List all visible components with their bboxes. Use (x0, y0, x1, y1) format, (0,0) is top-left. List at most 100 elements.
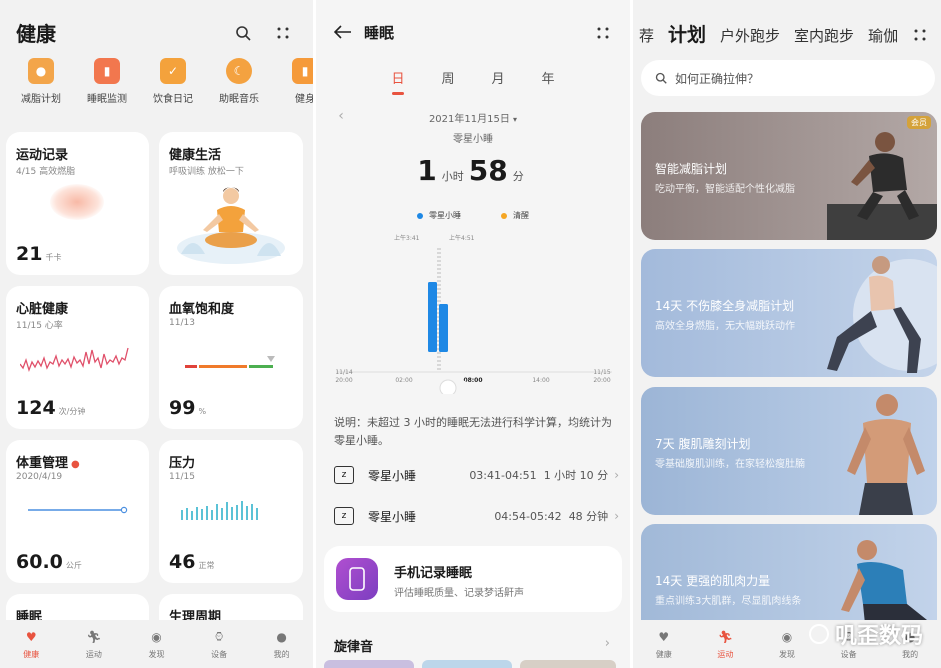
value-number: 124 (16, 397, 56, 419)
tab-month[interactable]: 月 (488, 68, 508, 87)
record-time: 03:41-04:51 1 小时 10 分 (469, 467, 608, 483)
exercise-plan-screen: 荐 计划 户外跑步 室内跑步 瑜伽 如何正确拉伸？ 会员 智能减脂计划 吃动平衡… (633, 0, 941, 668)
tab-health[interactable]: ♥ 健康 (6, 628, 56, 660)
tab-outdoor-run[interactable]: 户外跑步 (720, 25, 780, 46)
more-icon[interactable] (909, 24, 931, 46)
heart-card[interactable]: 心脏健康 11/15 心率 124 次/分钟 (6, 286, 149, 429)
athlete-illustration (827, 256, 937, 373)
card-title: 体重管理 ● (16, 452, 80, 471)
chevron-right-icon: › (614, 509, 619, 523)
plan-title: 智能减脂计划 (655, 162, 728, 176)
heart-icon: ♥ (25, 630, 37, 644)
tab-yoga[interactable]: 瑜伽 (868, 25, 898, 46)
shortcut-fat-loss[interactable]: ● 减脂计划 (8, 58, 74, 116)
shortcut-label: 睡眠监测 (87, 94, 127, 105)
value-number: 46 (169, 551, 196, 573)
card-subtitle: 11/13 (169, 318, 195, 328)
value-unit: 千卡 (45, 253, 62, 262)
minutes-value: 58 (468, 154, 508, 187)
shortcut-sleep-music[interactable]: ☾ 助眠音乐 (206, 58, 272, 116)
card-value: 124 次/分钟 (16, 397, 85, 419)
sleep-music-icon: ☾ (226, 58, 252, 84)
tab-discover[interactable]: ◉ 发现 (131, 628, 181, 660)
search-input[interactable]: 如何正确拉伸？ (641, 60, 935, 96)
tab-device[interactable]: ⌚︎ 设备 (194, 628, 244, 660)
sleep-type-label: 零星小睡 (453, 134, 493, 145)
stress-card[interactable]: 压力 11/15 46 正常 (159, 440, 303, 583)
tab-exercise[interactable]: 🏃︎ 运动 (69, 628, 119, 660)
record-name: 零星小睡 (368, 468, 417, 483)
shortcut-label: 健身 (295, 94, 313, 105)
chevron-right-icon: › (614, 468, 619, 482)
phone-sleep-card[interactable]: 手机记录睡眠 评估睡眠质量、记录梦话鼾声 (324, 546, 622, 612)
runner-icon: 🏃︎ (86, 630, 102, 644)
shortcut-diet-diary[interactable]: ✓ 饮食日记 (140, 58, 206, 116)
spo2-card[interactable]: 血氧饱和度 11/13 99% (159, 286, 303, 429)
shortcut-sleep-monitor[interactable]: ▮ 睡眠监测 (74, 58, 140, 116)
hours-unit: 小时 (441, 170, 464, 183)
marker-label-left: 上午3:41 (394, 234, 420, 242)
x-axis-ticks: 11/1420:00 02:00 08:00 14:0011/1520:00 (335, 369, 610, 384)
sleep-record-row[interactable]: z 零星小睡 04:54-05:42 48 分钟 › (334, 503, 619, 529)
heart-icon: ♥ (658, 630, 670, 644)
plan-subtitle: 重点训练3大肌群，尽显肌肉线条 (655, 596, 802, 607)
weight-card[interactable]: 体重管理 ● 2020/4/19 60.0 公斤 (6, 440, 149, 583)
tab-week[interactable]: 周 (438, 68, 458, 87)
tab-label: 设备 (840, 650, 857, 659)
watermark: 叽歪数码 (808, 618, 923, 650)
page-title: 健康 (16, 22, 56, 46)
value-unit: 公斤 (65, 561, 82, 570)
exercise-card[interactable]: 运动记录 4/15 高效燃脂 21 千卡 (6, 132, 149, 275)
value-number: 99 (169, 397, 196, 419)
tab-plan[interactable]: 计划 (668, 20, 706, 47)
marker-label-right: 上午4:51 (449, 234, 475, 242)
card-subtitle: 11/15 心率 (16, 321, 63, 331)
record-range: 03:41-04:51 (469, 469, 537, 482)
plan-card-knee-friendly[interactable]: 14天 不伤膝全身减脂计划 高效全身燃脂，无大幅跳跃动作 (641, 249, 937, 377)
sleep-bar-2 (439, 304, 448, 352)
plan-title: 7天 腹肌雕刻计划 (655, 437, 751, 451)
melody-thumb[interactable] (422, 660, 512, 668)
x-tick-time: 02:00 (395, 377, 412, 384)
plan-card-fat-loss[interactable]: 会员 智能减脂计划 吃动平衡，智能适配个性化减脂 (641, 112, 937, 240)
healthy-life-card[interactable]: 健康生活 呼吸训练 放松一下 (159, 132, 303, 275)
tab-label: 我的 (273, 650, 290, 659)
more-icon[interactable] (592, 22, 614, 44)
more-icon[interactable] (272, 22, 294, 44)
tab-recommend[interactable]: 荐 (639, 25, 654, 46)
category-tabs: 荐 计划 户外跑步 室内跑步 瑜伽 (639, 20, 909, 47)
chevron-right-icon[interactable]: › (605, 636, 610, 651)
shortcut-fitness[interactable]: ▮ 健身 (272, 58, 313, 116)
date-selector[interactable]: 2021年11月15日 ▾ (316, 110, 630, 125)
shortcut-row: ● 减脂计划 ▮ 睡眠监测 ✓ 饮食日记 ☾ 助眠音乐 ▮ 健身 (8, 58, 313, 116)
tab-year[interactable]: 年 (538, 68, 558, 87)
legend-label: 零星小睡 (429, 211, 461, 220)
hours-value: 1 (417, 154, 437, 187)
sleep-header: 睡眠 (316, 0, 630, 60)
value-unit: 次/分钟 (58, 407, 86, 416)
meditation-illustration (177, 187, 285, 264)
search-icon[interactable] (232, 22, 254, 44)
back-arrow-icon[interactable] (332, 22, 354, 42)
sleep-record-row[interactable]: z 零星小睡 03:41-04:51 1 小时 10 分 › (334, 462, 619, 488)
plan-card-abs[interactable]: 7天 腹肌雕刻计划 零基础腹肌训练，在家轻松瘦肚腩 (641, 387, 937, 515)
tab-exercise[interactable]: 🏃︎ 运动 (700, 628, 750, 660)
plan-title: 14天 不伤膝全身减脂计划 (655, 299, 795, 313)
record-length: 1 小时 10 分 (543, 469, 609, 482)
tab-indoor-run[interactable]: 室内跑步 (794, 25, 854, 46)
card-title: 健康生活 (169, 148, 222, 163)
phone-card-subtitle: 评估睡眠质量、记录梦话鼾声 (394, 588, 524, 599)
card-title-text: 体重管理 (16, 456, 69, 471)
tab-health[interactable]: ♥ 健康 (639, 628, 689, 660)
search-placeholder: 如何正确拉伸？ (675, 71, 760, 86)
tab-me[interactable]: ● 我的 (257, 628, 307, 660)
card-title: 心脏健康 (16, 302, 69, 317)
value-unit: 正常 (198, 561, 215, 570)
tab-discover[interactable]: ◉ 发现 (762, 628, 812, 660)
x-tick-date: 11/15 (593, 369, 610, 376)
tab-day[interactable]: 日 (388, 68, 408, 95)
tab-label: 发现 (148, 650, 165, 659)
melody-thumb[interactable] (520, 660, 616, 668)
health-screen: 健康 ● 减脂计划 ▮ 睡眠监测 ✓ 饮食日记 ☾ 助眠音乐 ▮ 健身 运动记录… (0, 0, 313, 668)
melody-thumb[interactable] (324, 660, 414, 668)
